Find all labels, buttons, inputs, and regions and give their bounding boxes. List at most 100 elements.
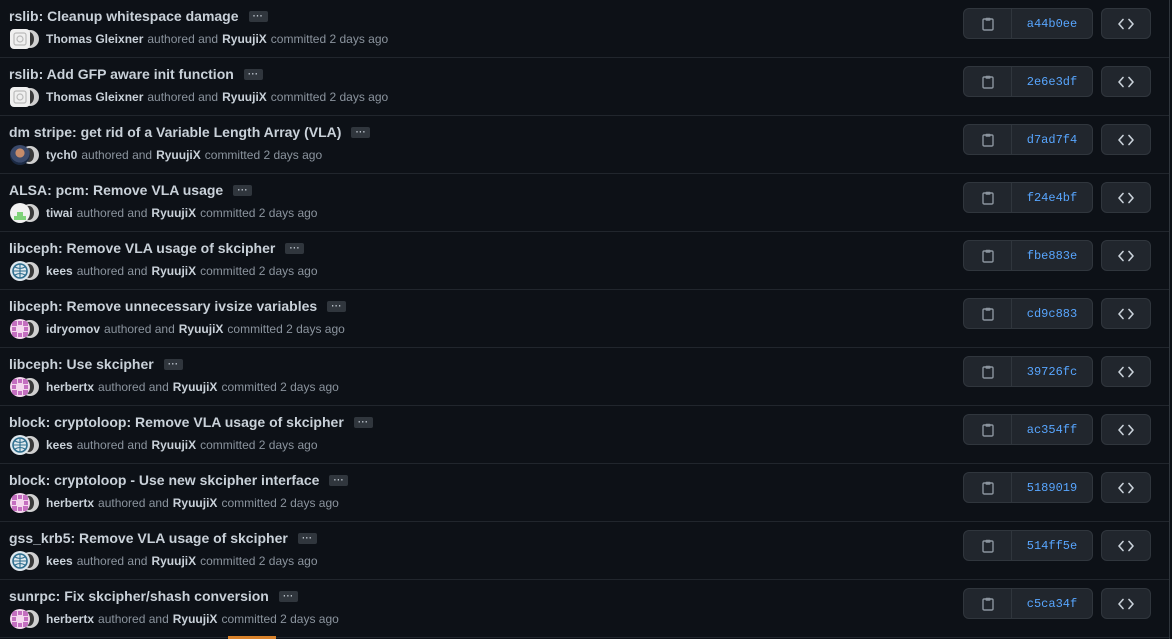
ellipsis-icon[interactable]: ··· <box>278 590 298 602</box>
commit-sha-link[interactable]: 2e6e3df <box>1012 67 1092 96</box>
ellipsis-icon[interactable]: ··· <box>248 10 268 22</box>
commit-title-link[interactable]: dm stripe: get rid of a Variable Length … <box>9 124 341 140</box>
commit-sha-link[interactable]: fbe883e <box>1012 241 1092 270</box>
commit-sha-link[interactable]: 39726fc <box>1012 357 1092 386</box>
browse-repo-button[interactable] <box>1101 240 1151 271</box>
commit-title-link[interactable]: block: cryptoloop - Use new skcipher int… <box>9 472 319 488</box>
commit-sha-link[interactable]: cd9c883 <box>1012 299 1092 328</box>
commit-title-link[interactable]: libceph: Remove VLA usage of skcipher <box>9 240 275 256</box>
commit-sha-link[interactable]: c5ca34f <box>1012 589 1092 618</box>
copy-sha-button[interactable] <box>964 473 1012 502</box>
sha-button-group: 5189019 <box>963 472 1093 503</box>
browse-repo-button[interactable] <box>1101 124 1151 155</box>
commit-title-link[interactable]: sunrpc: Fix skcipher/shash conversion <box>9 588 269 604</box>
copy-sha-button[interactable] <box>964 183 1012 212</box>
commit-row: rslib: Cleanup whitespace damage ··· Tho… <box>0 0 1169 58</box>
browse-repo-button[interactable] <box>1101 66 1151 97</box>
ellipsis-icon[interactable]: ··· <box>351 126 371 138</box>
clipboard-copy-icon <box>981 75 994 89</box>
commit-sha-link[interactable]: 5189019 <box>1012 473 1092 502</box>
commit-sha-link[interactable]: ac354ff <box>1012 415 1092 444</box>
ellipsis-icon[interactable]: ··· <box>163 358 183 370</box>
commit-sha-link[interactable]: f24e4bf <box>1012 183 1092 212</box>
author-avatar[interactable] <box>10 377 30 397</box>
author-avatar[interactable] <box>10 203 30 223</box>
ellipsis-icon[interactable]: ··· <box>297 532 317 544</box>
browse-repo-button[interactable] <box>1101 414 1151 445</box>
commit-sha-link[interactable]: d7ad7f4 <box>1012 125 1092 154</box>
commit-title-link[interactable]: gss_krb5: Remove VLA usage of skcipher <box>9 530 288 546</box>
committed-text: committed 2 days ago <box>221 612 339 626</box>
committer-link[interactable]: RyuujiX <box>173 496 218 510</box>
committer-link[interactable]: RyuujiX <box>179 322 224 336</box>
copy-sha-button[interactable] <box>964 299 1012 328</box>
committer-link[interactable]: RyuujiX <box>151 206 196 220</box>
author-avatar[interactable] <box>10 145 30 165</box>
author-link[interactable]: kees <box>46 264 73 278</box>
author-link[interactable]: kees <box>46 438 73 452</box>
ellipsis-icon[interactable]: ··· <box>243 68 263 80</box>
commit-title-link[interactable]: libceph: Use skcipher <box>9 356 154 372</box>
commit-title-link[interactable]: rslib: Add GFP aware init function <box>9 66 234 82</box>
copy-sha-button[interactable] <box>964 67 1012 96</box>
browse-repo-button[interactable] <box>1101 530 1151 561</box>
copy-sha-button[interactable] <box>964 531 1012 560</box>
browse-repo-button[interactable] <box>1101 588 1151 619</box>
author-link[interactable]: tych0 <box>46 148 77 162</box>
copy-sha-button[interactable] <box>964 241 1012 270</box>
author-avatar[interactable] <box>10 609 30 629</box>
commit-meta: herbertx authored and RyuujiX committed … <box>10 377 343 397</box>
ellipsis-icon[interactable]: ··· <box>329 474 349 486</box>
ellipsis-icon[interactable]: ··· <box>353 416 373 428</box>
author-avatar[interactable] <box>10 319 30 339</box>
browse-repo-button[interactable] <box>1101 298 1151 329</box>
committer-link[interactable]: RyuujiX <box>151 438 196 452</box>
browse-repo-button[interactable] <box>1101 472 1151 503</box>
author-avatar[interactable] <box>10 551 30 571</box>
committer-link[interactable]: RyuujiX <box>222 90 267 104</box>
author-link[interactable]: tiwai <box>46 206 73 220</box>
browse-repo-button[interactable] <box>1101 356 1151 387</box>
committer-link[interactable]: RyuujiX <box>173 380 218 394</box>
committer-link[interactable]: RyuujiX <box>151 264 196 278</box>
author-link[interactable]: Thomas Gleixner <box>46 90 143 104</box>
ellipsis-icon[interactable]: ··· <box>327 300 347 312</box>
committer-link[interactable]: RyuujiX <box>222 32 267 46</box>
commit-list: rslib: Cleanup whitespace damage ··· Tho… <box>0 0 1170 639</box>
commit-meta: Thomas Gleixner authored and RyuujiX com… <box>10 29 392 49</box>
committed-text: committed 2 days ago <box>227 322 345 336</box>
browse-repo-button[interactable] <box>1101 182 1151 213</box>
author-link[interactable]: idryomov <box>46 322 100 336</box>
committer-link[interactable]: RyuujiX <box>151 554 196 568</box>
commit-sha-link[interactable]: a44b0ee <box>1012 9 1092 38</box>
copy-sha-button[interactable] <box>964 9 1012 38</box>
ellipsis-icon[interactable]: ··· <box>233 184 253 196</box>
author-link[interactable]: kees <box>46 554 73 568</box>
commit-sha-link[interactable]: 514ff5e <box>1012 531 1092 560</box>
committed-text: committed 2 days ago <box>221 380 339 394</box>
author-link[interactable]: herbertx <box>46 612 94 626</box>
ellipsis-icon[interactable]: ··· <box>285 242 305 254</box>
committer-link[interactable]: RyuujiX <box>173 612 218 626</box>
author-avatar[interactable] <box>10 261 30 281</box>
commit-title-link[interactable]: libceph: Remove unnecessary ivsize varia… <box>9 298 317 314</box>
committer-link[interactable]: RyuujiX <box>156 148 201 162</box>
author-avatar[interactable] <box>10 87 30 107</box>
author-link[interactable]: Thomas Gleixner <box>46 32 143 46</box>
browse-repo-button[interactable] <box>1101 8 1151 39</box>
author-link[interactable]: herbertx <box>46 380 94 394</box>
author-avatar[interactable] <box>10 435 30 455</box>
commit-title-link[interactable]: block: cryptoloop: Remove VLA usage of s… <box>9 414 344 430</box>
commit-title-link[interactable]: rslib: Cleanup whitespace damage <box>9 8 239 24</box>
author-link[interactable]: herbertx <box>46 496 94 510</box>
copy-sha-button[interactable] <box>964 415 1012 444</box>
author-avatar[interactable] <box>10 493 30 513</box>
copy-sha-button[interactable] <box>964 357 1012 386</box>
sha-button-group: a44b0ee <box>963 8 1093 39</box>
avatar-stack <box>10 377 40 397</box>
author-avatar[interactable] <box>10 29 30 49</box>
copy-sha-button[interactable] <box>964 125 1012 154</box>
commit-title-link[interactable]: ALSA: pcm: Remove VLA usage <box>9 182 223 198</box>
copy-sha-button[interactable] <box>964 589 1012 618</box>
avatar-stack <box>10 87 40 107</box>
